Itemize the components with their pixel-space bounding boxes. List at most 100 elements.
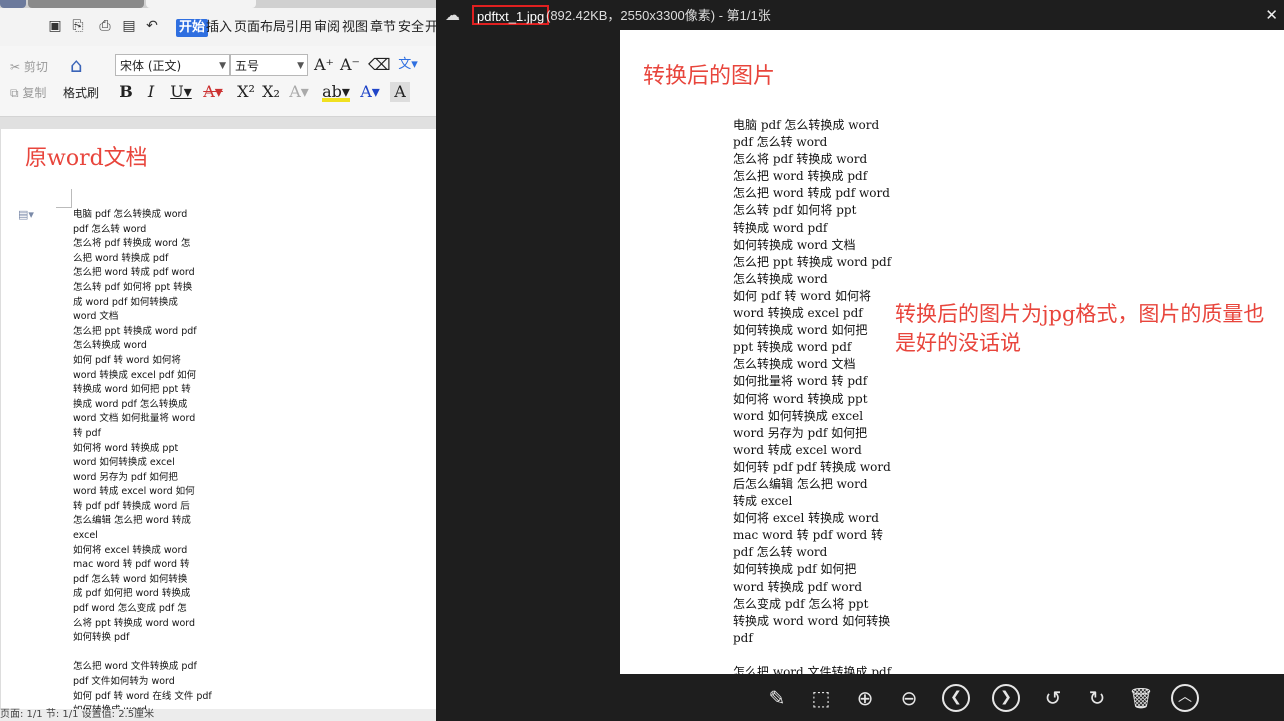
- image-text-line: pdf 怎么转 word: [733, 135, 828, 150]
- image-text-line: 怎么变成 pdf 怎么将 ppt: [733, 596, 869, 611]
- doc-text-line: word 文档: [73, 311, 119, 323]
- fit-window-icon[interactable]: ⬚: [807, 684, 835, 712]
- doc-text-line: pdf 怎么转 word: [73, 223, 147, 235]
- image-heading: 转换后的图片: [643, 64, 776, 89]
- chevron-down-icon: ▼: [297, 61, 304, 71]
- document-page[interactable]: 原word文档 ▤▾ 电脑 pdf 怎么转换成 word pdf 怎么转 word…: [0, 129, 436, 716]
- delete-icon[interactable]: 🗑: [1127, 684, 1155, 712]
- chevron-up-icon[interactable]: ︿: [1171, 684, 1199, 712]
- doc-text-line: word 另存为 pdf 如何把: [73, 471, 178, 483]
- image-viewer-window: ☁ pdftxt_1.jpg (892.42KB，2550x3300像素) - …: [436, 0, 1284, 721]
- image-text-line: 如何将 excel 转换成 word: [733, 511, 879, 526]
- doc-heading: 原word文档: [25, 146, 148, 171]
- window-tab-active[interactable]: [146, 0, 256, 8]
- doc-text-line: mac word 转 pdf word 转: [73, 559, 190, 571]
- doc-body: 电脑 pdf 怎么转换成 word pdf 怎么转 word 怎么将 pdf 转换成…: [73, 208, 243, 719]
- char-shading-icon[interactable]: A: [390, 82, 410, 102]
- doc-text-line: 电脑 pdf 怎么转换成 word: [73, 209, 188, 220]
- previous-icon[interactable]: ❮: [942, 684, 970, 712]
- export-pdf-icon[interactable]: ⎘: [70, 18, 86, 34]
- image-text-line: 转换成 word pdf: [733, 220, 828, 235]
- format-painter-icon[interactable]: ⌂: [70, 54, 92, 76]
- window-tab[interactable]: [0, 0, 26, 8]
- strikethrough-icon[interactable]: A▾: [200, 82, 226, 102]
- image-text-line: 怎么把 word 转换成 pdf: [733, 169, 868, 184]
- print-icon[interactable]: ⎙: [97, 18, 113, 34]
- doc-text-line: 怎么编辑 怎么把 word 转成: [73, 515, 191, 527]
- superscript-icon[interactable]: X²: [236, 82, 256, 102]
- italic-icon[interactable]: I: [143, 82, 159, 102]
- doc-text-line: 怎么把 word 文件转换成 pdf: [73, 661, 197, 673]
- doc-text-line: 如何将 excel 转换成 word: [73, 544, 188, 556]
- doc-text-line: 怎么将 pdf 转换成 word 怎: [73, 238, 191, 250]
- edit-icon[interactable]: ✎: [763, 684, 791, 712]
- image-text-line: 转成 excel: [733, 494, 793, 509]
- image-text-line: 电脑 pdf 怎么转换成 word: [733, 118, 880, 132]
- image-text-line: 后怎么编辑 怎么把 word: [733, 476, 868, 491]
- doc-text-line: 怎么把 ppt 转换成 word pdf: [73, 325, 197, 337]
- text-effect-icon[interactable]: A▾: [289, 82, 309, 102]
- doc-text-line: word 转换成 excel pdf 如何: [73, 369, 197, 381]
- image-text-line: 如何转 pdf pdf 转换成 word: [733, 459, 891, 474]
- image-text-line: 怎么将 pdf 转换成 word: [733, 152, 868, 167]
- font-size-select[interactable]: 五号 ▼: [230, 54, 308, 76]
- zoom-in-icon[interactable]: ⊕: [851, 684, 879, 712]
- rotate-right-icon[interactable]: ↻: [1083, 684, 1111, 712]
- image-annotation: 转换后的图片为jpg格式，图片的质量也是好的没话说: [895, 302, 1265, 355]
- zoom-out-icon[interactable]: ⊖: [895, 684, 923, 712]
- image-text-line: word 另存为 pdf 如何把: [733, 425, 868, 440]
- doc-text-line: 如何 pdf 转 word 在线 文件 pdf: [73, 690, 212, 702]
- doc-text-line: 怎么转换成 word: [73, 340, 147, 352]
- underline-icon[interactable]: U▾: [169, 82, 193, 102]
- rotate-left-icon[interactable]: ↺: [1039, 684, 1067, 712]
- doc-text-line: 怎么把 word 转成 pdf word: [73, 267, 195, 279]
- highlight-icon[interactable]: ab▾: [322, 82, 350, 102]
- doc-text-line: 怎么转 pdf 如何将 ppt 转换: [73, 281, 193, 293]
- image-text-line: 如何批量将 word 转 pdf: [733, 374, 868, 389]
- menu-start[interactable]: 开始: [176, 19, 209, 37]
- phonetic-icon[interactable]: 文▾: [396, 55, 420, 75]
- doc-text-line: 转换成 word 如何把 ppt 转: [73, 384, 191, 396]
- font-color-icon[interactable]: A▾: [357, 82, 383, 102]
- font-name-select[interactable]: 宋体 (正文) ▼: [115, 54, 230, 76]
- image-canvas[interactable]: 转换后的图片 电脑 pdf 怎么转换成 word pdf 怎么转 word 怎么将 …: [620, 30, 1284, 674]
- viewer-filename: pdftxt_1.jpg: [472, 5, 550, 25]
- ruler: [0, 117, 436, 129]
- window-tab[interactable]: [28, 0, 144, 8]
- chevron-down-icon: ▼: [219, 61, 226, 71]
- subscript-icon[interactable]: X₂: [261, 82, 281, 102]
- menu-page-layout[interactable]: 页面布局: [234, 19, 286, 37]
- image-text-line: [733, 647, 933, 664]
- status-bar: 页面: 1/1 节: 1/1 设置值: 2.5厘米: [0, 709, 436, 721]
- clear-format-icon[interactable]: ⌫: [368, 55, 391, 75]
- menu-insert[interactable]: 插入: [206, 19, 232, 37]
- bold-icon[interactable]: B: [118, 82, 134, 102]
- image-text-line: 怎么转换成 word: [733, 271, 828, 286]
- menu-chapter[interactable]: 章节: [370, 19, 396, 37]
- doc-text-line: 么将 ppt 转换成 word word: [73, 617, 196, 629]
- close-icon[interactable]: ✕: [1265, 6, 1278, 24]
- copy-button[interactable]: ⧉ 复制: [10, 84, 46, 101]
- menu-references[interactable]: 引用: [286, 19, 312, 37]
- image-text-line: word 转换成 pdf word: [733, 579, 863, 594]
- menu-view[interactable]: 视图: [342, 19, 368, 37]
- print-preview-icon[interactable]: ▤: [121, 18, 137, 34]
- menu-more[interactable]: 开: [425, 19, 436, 37]
- doc-text-line: word 如何转换成 excel: [73, 457, 175, 469]
- paragraph-handle-icon[interactable]: ▤▾: [18, 208, 34, 221]
- format-painter-button[interactable]: 格式刷: [63, 84, 99, 101]
- next-icon[interactable]: ❯: [992, 684, 1020, 712]
- viewer-titlebar: ☁ pdftxt_1.jpg (892.42KB，2550x3300像素) - …: [436, 0, 1284, 30]
- margin-corner-mark: [56, 189, 72, 208]
- shrink-font-icon[interactable]: A⁻: [340, 55, 360, 75]
- copy-icon: ⧉: [10, 86, 19, 100]
- grow-font-icon[interactable]: A⁺: [314, 55, 334, 75]
- doc-text-line: excel: [73, 530, 98, 542]
- cut-button[interactable]: ✂ 剪切: [10, 58, 48, 75]
- menu-security[interactable]: 安全: [398, 19, 424, 37]
- image-text-line: 怎么转 pdf 如何将 ppt: [733, 203, 857, 218]
- menu-review[interactable]: 审阅: [314, 19, 340, 37]
- undo-icon[interactable]: ↶: [144, 18, 160, 34]
- image-text-line: mac word 转 pdf word 转: [733, 528, 883, 543]
- save-icon[interactable]: ▣: [47, 18, 63, 34]
